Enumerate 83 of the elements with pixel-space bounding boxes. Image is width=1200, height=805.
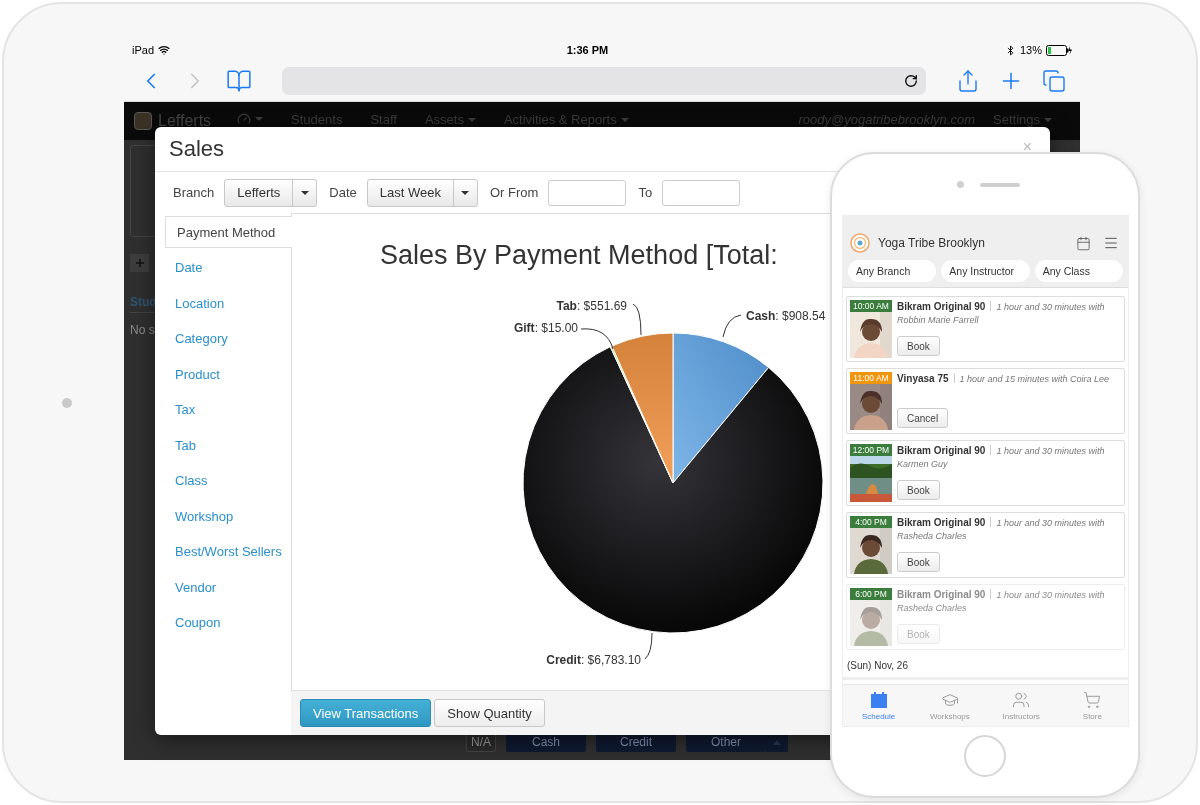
- report-tab[interactable]: Coupon: [164, 605, 291, 641]
- filter-label: Date: [329, 185, 357, 200]
- branch-name: Lefferts: [158, 112, 212, 130]
- time-badge: 12:00 PM: [850, 444, 892, 456]
- calendar-icon: [869, 690, 888, 709]
- time-badge: 4:00 PM: [850, 516, 892, 528]
- class-action-button[interactable]: Book: [897, 336, 940, 356]
- leader-line: [632, 303, 642, 336]
- time-badge: 10:00 AM: [850, 300, 892, 312]
- tab-bar-item[interactable]: Workshops: [914, 685, 986, 726]
- report-tab[interactable]: Payment Method: [165, 216, 292, 248]
- filter-label: Branch: [173, 185, 215, 200]
- report-tab[interactable]: Best/Worst Sellers: [164, 534, 291, 570]
- add-button[interactable]: [130, 254, 149, 272]
- class-description: Bikram Original 90 1 hour and 30 minutes with Karmen Guy: [897, 444, 1106, 471]
- cart-icon: [1083, 690, 1102, 709]
- show-quantity-button[interactable]: Show Quantity: [434, 699, 545, 727]
- device-name: iPad: [132, 44, 155, 56]
- plus-icon: [133, 257, 146, 269]
- report-tab[interactable]: Tab: [164, 427, 291, 463]
- bookmarks-button[interactable]: [226, 67, 252, 94]
- report-tab[interactable]: Location: [164, 285, 291, 321]
- time-badge: 6:00 PM: [850, 588, 892, 600]
- report-tab[interactable]: Vendor: [164, 569, 291, 605]
- report-tab[interactable]: Category: [164, 321, 291, 357]
- calendar-button[interactable]: [1076, 235, 1091, 251]
- clock: 1:36 PM: [565, 44, 610, 56]
- report-tab[interactable]: Workshop: [164, 498, 291, 534]
- caret-icon: [773, 739, 781, 745]
- report-tab[interactable]: Date: [164, 250, 291, 286]
- dashboard-menu[interactable]: [237, 112, 264, 126]
- camera: [956, 181, 964, 188]
- dialog-title: Sales: [169, 136, 226, 162]
- class-action-button[interactable]: Cancel: [897, 408, 949, 428]
- filter-pill[interactable]: Any Class: [1034, 260, 1123, 282]
- data-label: Cash: $908.54: [746, 309, 826, 323]
- caret-icon: [300, 190, 309, 195]
- caret-icon: [461, 190, 470, 195]
- tab-bar-item[interactable]: Store: [1056, 685, 1128, 726]
- filter-label: Or From: [490, 185, 539, 200]
- speaker: [979, 182, 1020, 187]
- class-description: Bikram Original 90 1 hour and 30 minutes with Rasheda Charles: [897, 588, 1106, 615]
- class-description: Vinyasa 75 1 hour and 15 minutes with Coira Lee: [897, 372, 1111, 386]
- class-action-button[interactable]: Book: [897, 552, 940, 572]
- report-tab[interactable]: Tax: [164, 392, 291, 428]
- time-badge: 11:00 AM: [850, 372, 892, 384]
- address-field[interactable]: [282, 66, 926, 95]
- dropdown[interactable]: Lefferts: [224, 178, 318, 207]
- reload-icon[interactable]: [904, 73, 918, 88]
- logo-icon: [134, 112, 152, 130]
- date-field[interactable]: [662, 179, 741, 206]
- battery-percent: 13%: [1019, 44, 1042, 56]
- filter-pill[interactable]: Any Instructor: [941, 260, 1030, 282]
- view-transactions-button[interactable]: View Transactions: [300, 699, 432, 727]
- tab-bar-item[interactable]: Schedule: [843, 685, 915, 726]
- mandala-logo-icon: [850, 233, 870, 253]
- close-button[interactable]: ×: [1022, 141, 1032, 153]
- data-label: Tab: $551.69: [556, 299, 627, 313]
- battery-icon: [1046, 44, 1072, 56]
- empty-message: No s: [130, 323, 155, 337]
- leader-line: [722, 314, 742, 338]
- class-description: Bikram Original 90 1 hour and 30 minutes with Rasheda Charles: [897, 516, 1106, 543]
- date-field[interactable]: [548, 179, 627, 206]
- tabs-button[interactable]: [1042, 68, 1066, 93]
- report-tab[interactable]: Class: [164, 463, 291, 499]
- class-description: Bikram Original 90 1 hour and 30 minutes with Robbin Marie Farrell: [897, 300, 1106, 327]
- dropdown[interactable]: Last Week: [366, 178, 478, 207]
- data-label: Gift: $15.00: [513, 321, 578, 335]
- leader-line: [644, 632, 653, 660]
- tab-bar-item[interactable]: Instructors: [985, 685, 1057, 726]
- wifi-icon: [158, 44, 171, 56]
- leader-line: [580, 328, 614, 350]
- chart-title: Sales By Payment Method [Total:: [380, 239, 778, 272]
- filter-label: To: [638, 185, 653, 200]
- menu-button[interactable]: [1103, 235, 1119, 251]
- people-icon: [1012, 690, 1031, 709]
- filter-pill[interactable]: Any Branch: [848, 260, 937, 282]
- data-label: Credit: $6,783.10: [546, 653, 641, 667]
- date-heading: (Sun) Nov, 26: [843, 650, 1128, 680]
- share-button[interactable]: [956, 68, 980, 93]
- class-action-button[interactable]: Book: [897, 480, 940, 500]
- report-tab[interactable]: Product: [164, 356, 291, 392]
- app-title: Yoga Tribe Brooklyn: [878, 236, 986, 250]
